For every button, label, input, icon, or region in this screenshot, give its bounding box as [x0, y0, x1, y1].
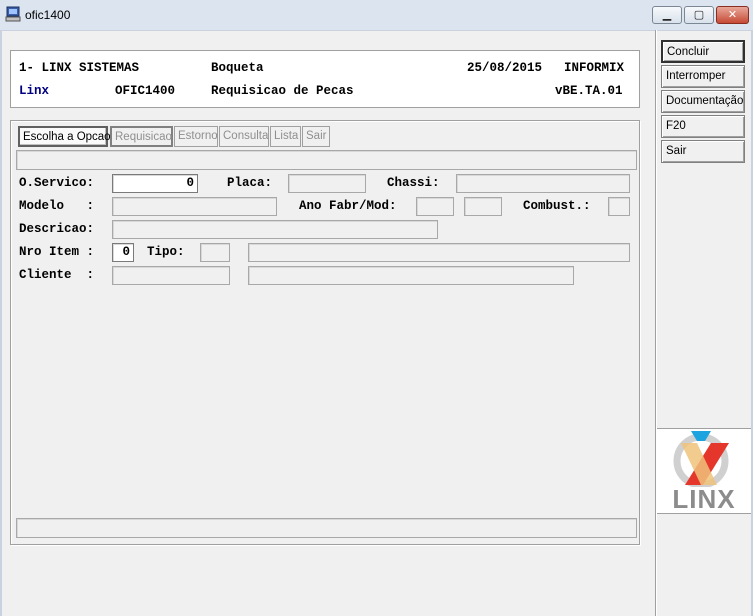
tipo-input[interactable]	[200, 243, 230, 262]
descricao-input[interactable]	[112, 220, 438, 239]
company-name: 1- LINX SISTEMAS	[19, 61, 140, 75]
chassi-label: Chassi:	[387, 176, 440, 190]
header-panel	[10, 50, 640, 108]
close-button[interactable]: ✕	[716, 6, 749, 24]
os-label: O.Servico:	[19, 176, 95, 190]
linx-logo: LINX	[657, 428, 751, 514]
cliente-label: Cliente :	[19, 268, 95, 282]
ano-fabr-mod-label: Ano Fabr/Mod:	[299, 199, 397, 213]
current-date: 25/08/2015	[467, 61, 543, 75]
tab-estorno[interactable]: Estorno	[174, 126, 218, 147]
database-name: INFORMIX	[564, 61, 625, 75]
combust-label: Combust.:	[523, 199, 591, 213]
descricao-label: Descricao:	[19, 222, 95, 236]
close-icon: ✕	[727, 8, 738, 21]
linx-logo-text: LINX	[672, 484, 736, 514]
os-input[interactable]: 0	[112, 174, 198, 193]
status-bar	[16, 518, 637, 538]
nro-item-label: Nro Item :	[19, 245, 95, 259]
window-title: ofic1400	[25, 8, 71, 22]
sair-button[interactable]: Sair	[661, 140, 745, 163]
linx-logo-mark-icon	[673, 431, 729, 487]
side-panel-divider	[655, 30, 657, 616]
location-name: Boqueta	[211, 61, 264, 75]
window-titlebar	[0, 0, 753, 31]
message-bar	[16, 150, 637, 170]
tipo-description-input[interactable]	[248, 243, 630, 262]
nro-item-input[interactable]: 0	[112, 243, 134, 262]
f20-button[interactable]: F20	[661, 115, 745, 138]
chassi-input[interactable]	[456, 174, 630, 193]
ano-fabr-input[interactable]	[416, 197, 454, 216]
ano-mod-input[interactable]	[464, 197, 502, 216]
version-label: vBE.TA.01	[555, 84, 623, 98]
minimize-button[interactable]: ▁	[652, 6, 682, 24]
placa-input[interactable]	[288, 174, 366, 193]
interromper-button[interactable]: Interromper	[661, 65, 745, 88]
concluir-button[interactable]: Concluir	[661, 40, 745, 63]
combust-input[interactable]	[608, 197, 630, 216]
tipo-label: Tipo:	[147, 245, 185, 259]
program-code: OFIC1400	[115, 84, 176, 98]
tab-escolha-opcao[interactable]: Escolha a Opcao	[18, 126, 111, 147]
computer-icon	[5, 6, 21, 22]
placa-label: Placa:	[227, 176, 273, 190]
user-name: Linx	[19, 84, 50, 98]
tab-sair[interactable]: Sair	[302, 126, 330, 147]
maximize-button[interactable]: ▢	[684, 6, 714, 24]
tab-requisicao[interactable]: Requisicao	[110, 126, 173, 147]
screen-title: Requisicao de Pecas	[211, 84, 354, 98]
cliente-code-input[interactable]	[112, 266, 230, 285]
documentacao-button[interactable]: Documentação	[661, 90, 745, 113]
maximize-icon: ▢	[693, 8, 705, 21]
modelo-input[interactable]	[112, 197, 277, 216]
minimize-icon: ▁	[662, 8, 672, 21]
tab-lista[interactable]: Lista	[270, 126, 301, 147]
cliente-name-input[interactable]	[248, 266, 574, 285]
tab-consulta[interactable]: Consulta	[219, 126, 269, 147]
modelo-label: Modelo :	[19, 199, 95, 213]
